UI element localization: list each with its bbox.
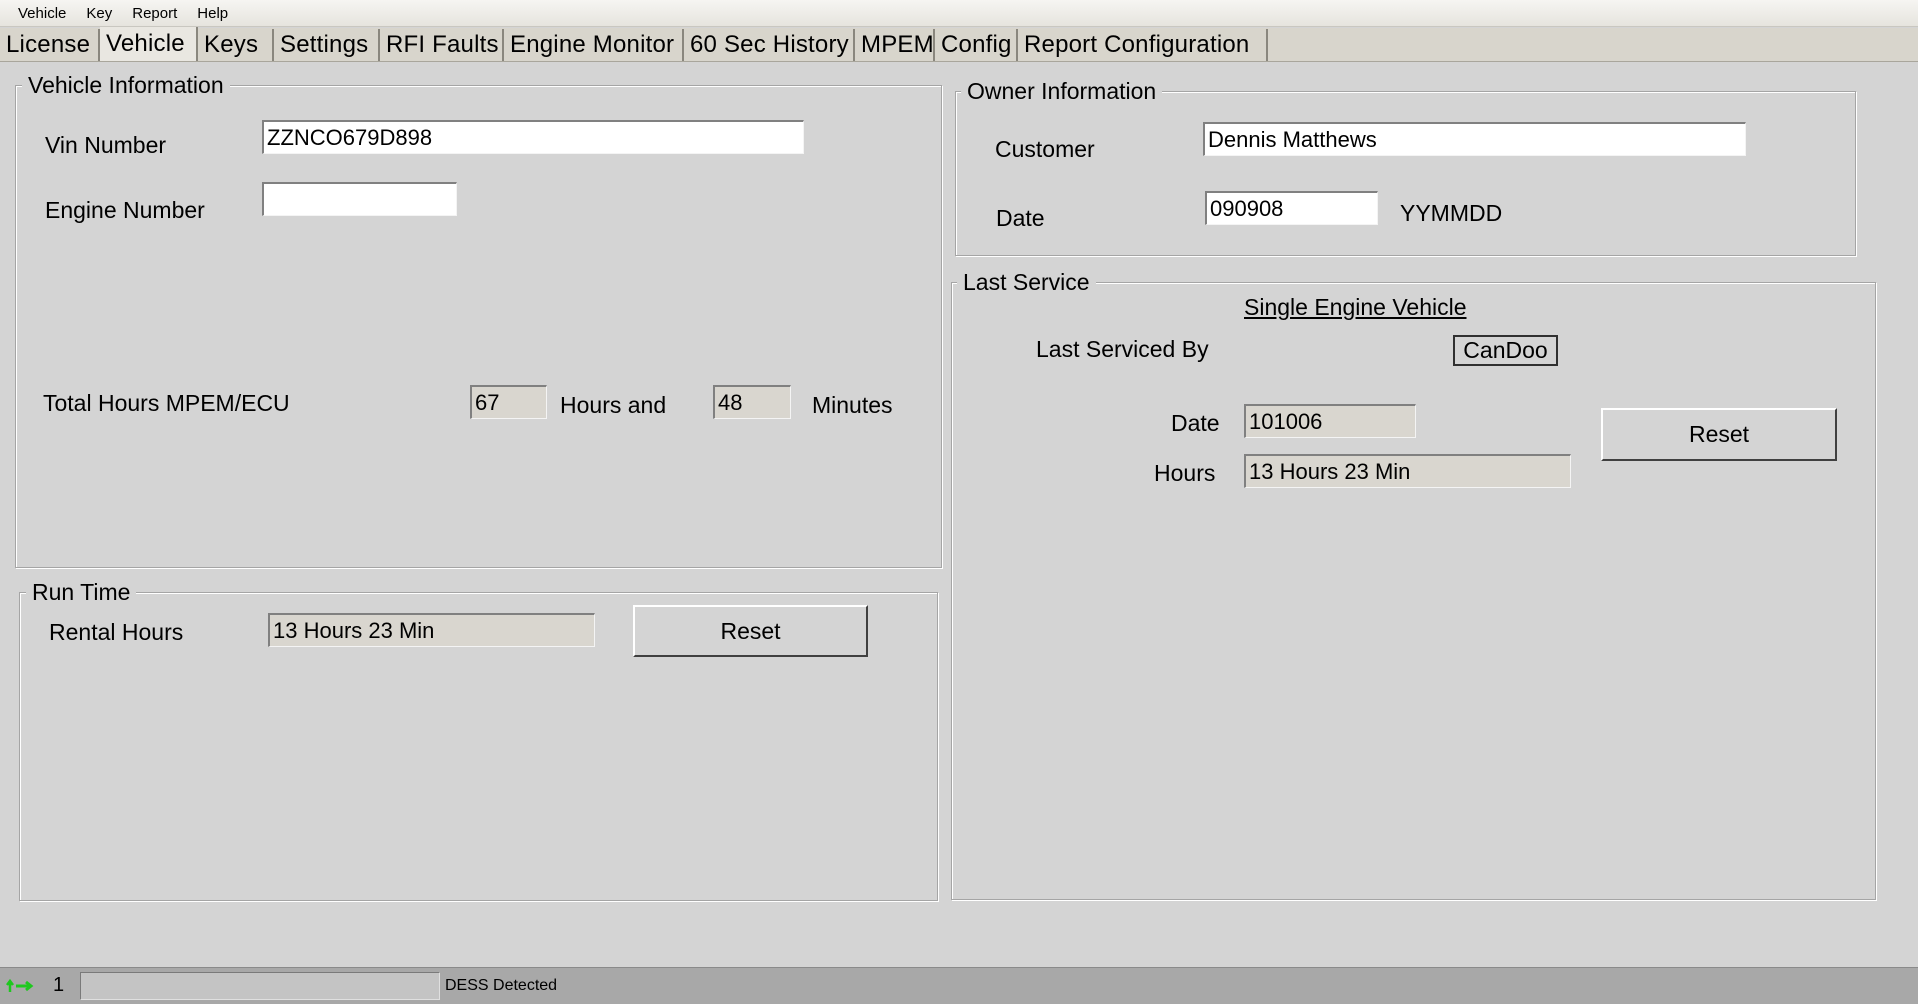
menu-key[interactable]: Key xyxy=(86,5,112,22)
menu-help[interactable]: Help xyxy=(197,5,228,22)
hours-and-label: Hours and xyxy=(560,392,667,418)
customer-label: Customer xyxy=(995,136,1095,162)
menu-vehicle[interactable]: Vehicle xyxy=(18,5,66,22)
rental-hours-label: Rental Hours xyxy=(49,619,184,645)
tab-config[interactable]: Config xyxy=(935,29,1018,61)
serviced-by-value: CanDoo xyxy=(1453,335,1558,366)
connection-arrows-icon xyxy=(4,974,34,998)
status-bar: 1 DESS Detected xyxy=(0,967,1918,1004)
tab-rfi-faults[interactable]: RFI Faults xyxy=(380,29,504,61)
tab-60-sec-history[interactable]: 60 Sec History xyxy=(684,29,855,61)
vin-label: Vin Number xyxy=(45,132,167,158)
owner-information-group xyxy=(955,91,1856,256)
engine-number-label: Engine Number xyxy=(45,197,205,223)
vehicle-information-title: Vehicle Information xyxy=(22,72,230,99)
service-hours-label: Hours xyxy=(1154,460,1216,486)
tab-mpem[interactable]: MPEM xyxy=(855,29,935,61)
total-hours-label: Total Hours MPEM/ECU xyxy=(43,390,290,416)
status-progress-bar xyxy=(80,972,440,1000)
run-time-reset-button[interactable]: Reset xyxy=(633,605,868,657)
vin-field[interactable]: ZZNCO679D898 xyxy=(262,120,804,154)
service-date-label: Date xyxy=(1171,410,1220,436)
tab-vehicle[interactable]: Vehicle xyxy=(100,27,198,61)
tab-bar: License Vehicle Keys Settings RFI Faults… xyxy=(0,27,1918,62)
menu-report[interactable]: Report xyxy=(132,5,177,22)
minutes-label: Minutes xyxy=(812,392,893,418)
engine-number-field[interactable] xyxy=(262,182,457,216)
service-date-field: 101006 xyxy=(1244,404,1416,438)
tab-settings[interactable]: Settings xyxy=(274,29,380,61)
tab-keys[interactable]: Keys xyxy=(198,29,274,61)
owner-information-title: Owner Information xyxy=(961,78,1163,105)
tab-report-configuration[interactable]: Report Configuration xyxy=(1018,29,1268,61)
menu-bar: Vehicle Key Report Help xyxy=(0,0,1918,27)
tab-license[interactable]: License xyxy=(0,29,100,61)
status-count: 1 xyxy=(53,974,65,996)
owner-date-label: Date xyxy=(996,205,1045,231)
last-service-group xyxy=(951,282,1876,900)
last-service-title: Last Service xyxy=(957,269,1096,296)
single-engine-vehicle-label: Single Engine Vehicle xyxy=(1244,294,1467,320)
customer-field[interactable]: Dennis Matthews xyxy=(1203,122,1746,156)
rental-hours-field: 13 Hours 23 Min xyxy=(268,613,595,647)
total-hours-field: 67 xyxy=(470,385,547,419)
status-message: DESS Detected xyxy=(445,977,558,994)
total-minutes-field: 48 xyxy=(713,385,791,419)
owner-date-field[interactable]: 090908 xyxy=(1205,191,1378,225)
tab-engine-monitor[interactable]: Engine Monitor xyxy=(504,29,684,61)
run-time-title: Run Time xyxy=(26,579,137,606)
last-service-reset-button[interactable]: Reset xyxy=(1601,408,1837,461)
last-serviced-by-label: Last Serviced By xyxy=(1036,336,1209,362)
date-format-label: YYMMDD xyxy=(1400,200,1503,226)
service-hours-field: 13 Hours 23 Min xyxy=(1244,454,1571,488)
